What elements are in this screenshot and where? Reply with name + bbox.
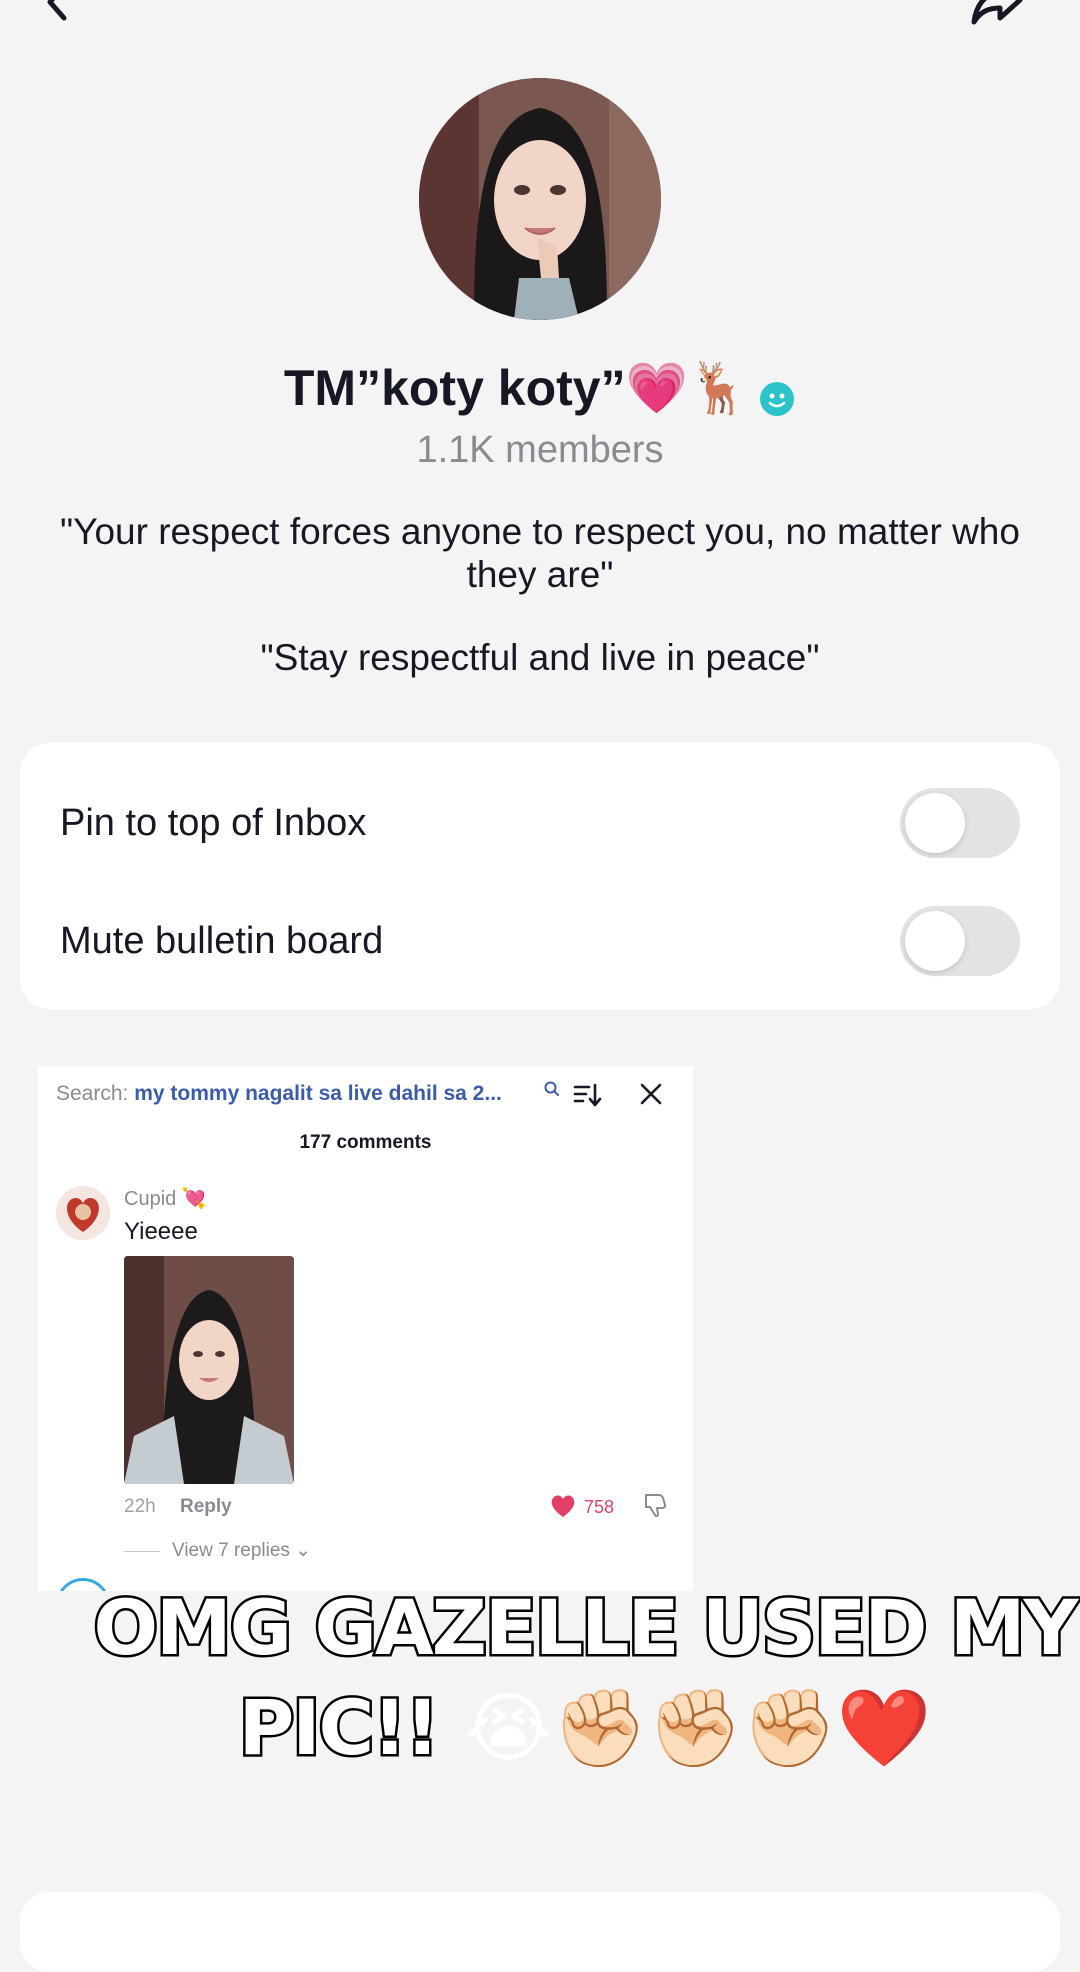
- avatar-photo: [419, 78, 661, 320]
- reply-button[interactable]: Reply: [180, 1496, 232, 1518]
- bottom-card: [20, 1892, 1060, 1972]
- share-button[interactable]: [970, 0, 1026, 26]
- comments-count: 177 comments: [299, 1132, 432, 1153]
- search-icon: [544, 1081, 559, 1096]
- comment-text: Yieeee: [124, 1218, 198, 1245]
- caption-line-2-text: PIC!!: [236, 1681, 442, 1775]
- thumbs-down-icon[interactable]: [642, 1492, 668, 1518]
- replies-divider: [124, 1551, 160, 1552]
- embed-search-label: Search:: [56, 1082, 129, 1105]
- mute-bulletin-row[interactable]: Mute bulletin board: [60, 901, 1020, 981]
- chevron-left-icon: [47, 0, 67, 21]
- group-name: TM”koty koty”💗🦌: [0, 356, 1080, 420]
- embed-search-query: my tommy nagalit sa live dahil sa 2...: [134, 1082, 502, 1105]
- caption-line-1: OMG GAZELLE USED MY: [91, 1581, 1080, 1675]
- chevron-down-icon: ⌄: [295, 1540, 312, 1561]
- heart-icon[interactable]: [550, 1494, 576, 1518]
- member-count: 1.1K members: [416, 429, 664, 471]
- comment-time: 22h: [124, 1496, 156, 1517]
- sort-icon: [573, 1083, 602, 1107]
- share-arrow-icon: [971, 0, 1023, 25]
- caption-line-2: PIC!! 😭✊🏻✊🏻✊🏻❤️: [90, 1678, 1080, 1778]
- commenter-avatar: [56, 1186, 110, 1240]
- close-icon: [640, 1083, 662, 1105]
- pin-to-top-toggle[interactable]: [900, 788, 1020, 858]
- comment-image: [124, 1256, 294, 1484]
- commenter-name: Cupid 💘: [124, 1188, 207, 1210]
- overlay-caption: OMG GAZELLE USED MY PIC!! 😭✊🏻✊🏻✊🏻❤️: [90, 1578, 1080, 1778]
- toggle-knob: [905, 793, 965, 853]
- embedded-comments-screenshot: Search: my tommy nagalit sa live dahil s…: [38, 1066, 693, 1591]
- pin-to-top-row[interactable]: Pin to top of Inbox: [60, 783, 1020, 863]
- description-line-2: "Stay respectful and live in peace": [260, 637, 820, 678]
- embed-search-bar: Search: my tommy nagalit sa live dahil s…: [56, 1082, 502, 1106]
- like-count: 758: [584, 1497, 615, 1517]
- description-line-1: "Your respect forces anyone to respect y…: [60, 511, 1020, 595]
- back-button[interactable]: [38, 0, 78, 22]
- mute-bulletin-label: Mute bulletin board: [60, 919, 384, 962]
- group-description: "Your respect forces anyone to respect y…: [40, 510, 1040, 719]
- mute-bulletin-toggle[interactable]: [900, 906, 1020, 976]
- group-avatar[interactable]: [419, 78, 661, 320]
- group-name-text: TM”koty koty”💗🦌: [283, 360, 751, 416]
- chat-bubble-icon: [758, 369, 796, 416]
- toggle-knob: [905, 911, 965, 971]
- settings-card: Pin to top of Inbox Mute bulletin board: [20, 743, 1060, 1009]
- pin-to-top-label: Pin to top of Inbox: [60, 801, 367, 844]
- caption-emoji: 😭✊🏻✊🏻✊🏻❤️: [437, 1683, 932, 1772]
- view-replies-text: View 7 replies: [172, 1540, 290, 1561]
- view-replies-link[interactable]: View 7 replies ⌄: [172, 1539, 311, 1562]
